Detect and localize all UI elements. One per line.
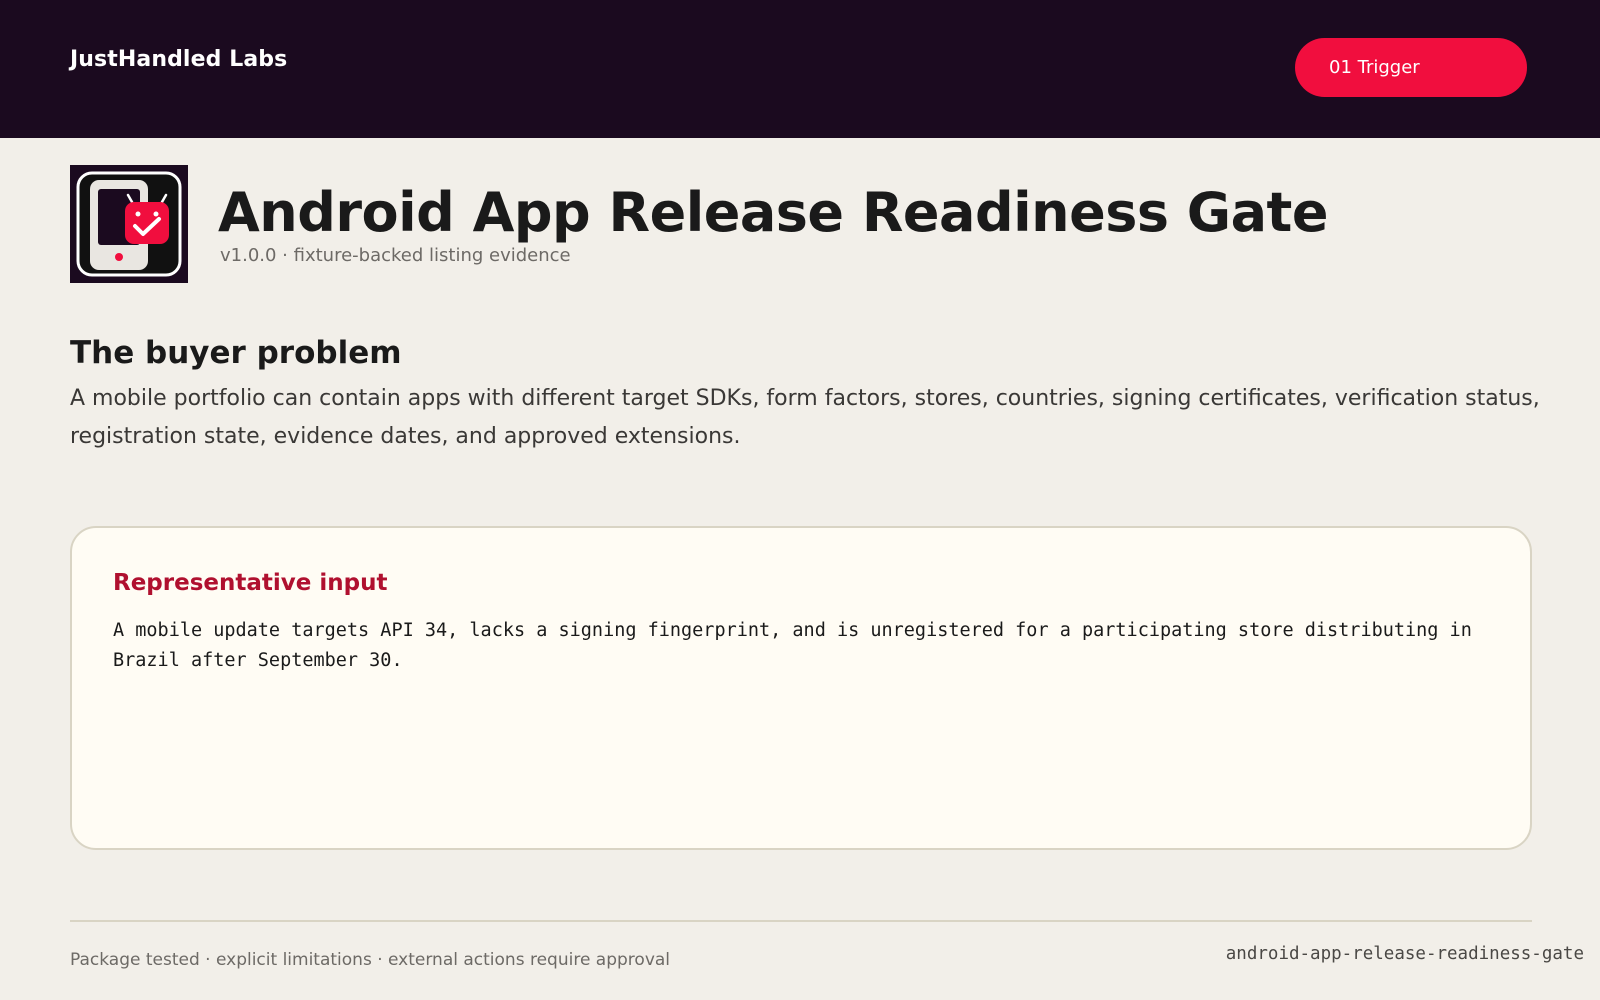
footer-notice: Package tested · explicit limitations · … [70, 950, 671, 970]
buyer-problem-heading: The buyer problem [70, 335, 402, 371]
representative-input-card: Representative input A mobile update tar… [70, 526, 1532, 850]
version-subtitle: v1.0.0 · fixture-backed listing evidence [220, 245, 571, 266]
footer-divider [70, 920, 1532, 922]
top-bar: JustHandled Labs 01 Trigger [0, 0, 1600, 138]
representative-input-text: A mobile update targets API 34, lacks a … [113, 620, 1472, 671]
page: JustHandled Labs 01 Trigger Android App … [0, 0, 1600, 1000]
phone-checkmark-badge-icon [70, 165, 188, 283]
app-icon [70, 165, 188, 283]
brand-name: JustHandled Labs [70, 47, 288, 72]
page-title: Android App Release Readiness Gate [218, 181, 1329, 244]
trigger-button[interactable]: 01 Trigger [1295, 38, 1527, 97]
buyer-problem-text: A mobile portfolio can contain apps with… [70, 386, 1540, 449]
package-slug: android-app-release-readiness-gate [1225, 944, 1584, 964]
representative-input-heading: Representative input [113, 570, 388, 596]
